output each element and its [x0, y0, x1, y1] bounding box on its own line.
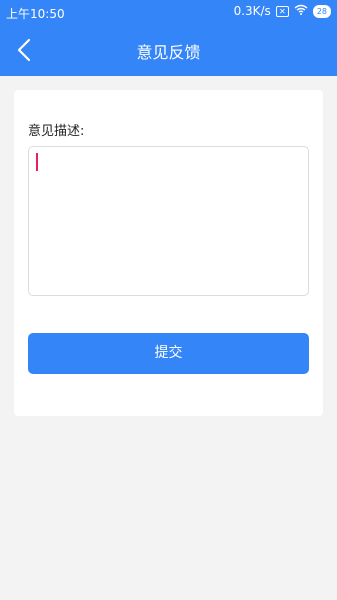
network-speed: 0.3K/s: [233, 4, 271, 18]
page-title: 意见反馈: [136, 43, 201, 62]
battery-indicator: 28: [312, 4, 331, 18]
submit-button[interactable]: 提交: [28, 333, 309, 374]
status-icons: 0.3K/s ✕ 28: [234, 4, 331, 18]
description-label: 意见描述:: [28, 124, 85, 139]
app-header: 上午10:50 0.3K/s ✕ 28 意见反馈: [0, 0, 337, 76]
feedback-card: 意见描述: 提交: [14, 90, 323, 416]
description-input[interactable]: [28, 146, 309, 296]
wifi-icon: [294, 4, 308, 18]
status-time: 上午10:50: [6, 7, 65, 21]
x-box-icon: ✕: [275, 5, 289, 17]
text-caret: [36, 153, 38, 171]
nav-bar: 意见反馈: [0, 24, 337, 76]
status-bar: 上午10:50 0.3K/s ✕ 28: [0, 0, 337, 24]
